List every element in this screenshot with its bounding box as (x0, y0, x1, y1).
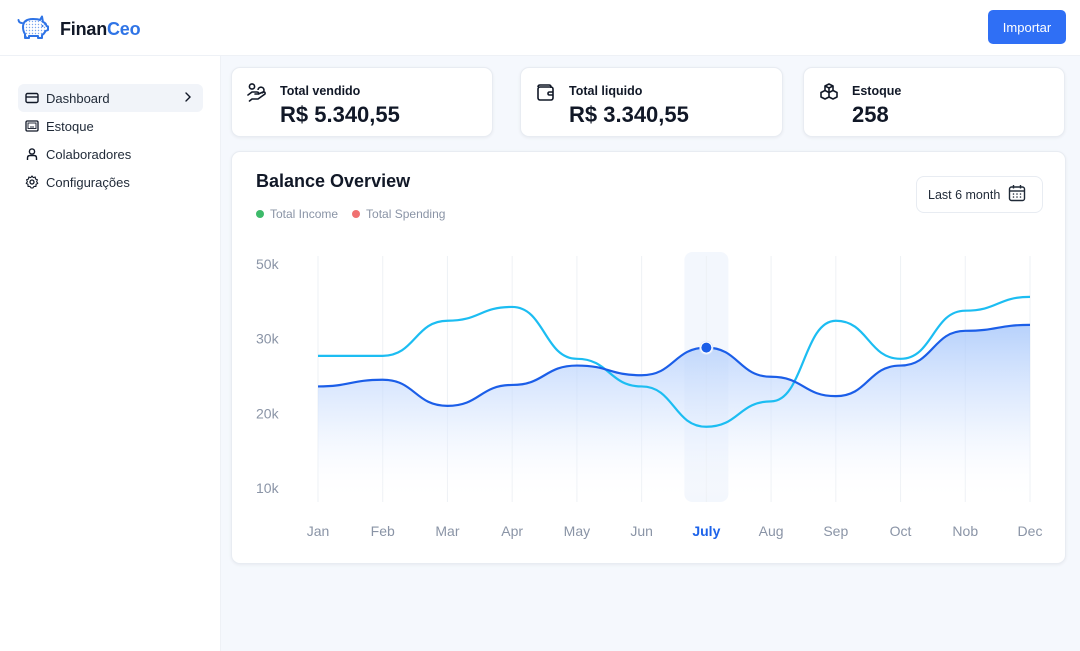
chevron-right-icon (183, 91, 193, 106)
stat-label: Total liquido (569, 84, 643, 98)
x-tick-label: Sep (823, 523, 848, 539)
user-icon (25, 147, 39, 161)
sidebar-item-label: Dashboard (46, 90, 110, 106)
sidebar-item-label: Colaboradores (46, 146, 132, 162)
logo[interactable]: FinanCeo (16, 14, 141, 45)
balance-overview-card: Balance Overview Total Income Total Spen… (231, 151, 1066, 564)
x-tick-label: Dec (1018, 523, 1043, 539)
stat-card-estoque: Estoque 258 (803, 67, 1065, 137)
x-tick-label: Apr (501, 523, 523, 539)
sidebar-item-label: Estoque (46, 118, 94, 134)
wallet-icon (535, 82, 557, 104)
sidebar-item-configuracoes[interactable]: Configurações (18, 168, 203, 196)
stat-label: Estoque (852, 84, 902, 98)
x-tick-label: May (564, 523, 590, 539)
x-tick-label: Jun (630, 523, 653, 539)
y-tick-label: 10k (256, 480, 280, 496)
stat-label: Total vendido (280, 84, 361, 98)
x-tick-label: Oct (890, 523, 912, 539)
stat-value: R$ 5.340,55 (280, 102, 400, 127)
stat-card-total-vendido: Total vendido R$ 5.340,55 (231, 67, 493, 137)
sidebar-item-estoque[interactable]: Estoque (18, 112, 203, 140)
top-bar: FinanCeo Importar (0, 0, 1080, 56)
sidebar-item-label: Configurações (46, 174, 130, 190)
import-button[interactable]: Importar (988, 10, 1066, 44)
x-tick-label: Feb (371, 523, 395, 539)
sidebar-item-colaboradores[interactable]: Colaboradores (18, 140, 203, 168)
x-tick-label: Nob (952, 523, 978, 539)
card-icon (25, 91, 39, 105)
gear-icon (25, 175, 39, 189)
y-tick-label: 50k (256, 256, 280, 272)
stat-card-total-liquido: Total liquido R$ 3.340,55 (520, 67, 783, 137)
balance-chart: 10k 20k 30k 50k Jan Feb Mar Apr May Jun July Aug Sep… (256, 252, 1043, 539)
y-tick-label: 20k (256, 405, 280, 421)
sidebar-nav: Dashboard Estoque Colaboradores Configur… (18, 84, 203, 196)
x-tick-label: Jan (307, 523, 330, 539)
sidebar-item-dashboard[interactable]: Dashboard (18, 84, 203, 112)
inventory-icon (25, 119, 39, 133)
stat-value: R$ 3.340,55 (569, 102, 689, 127)
x-tick-label: Mar (435, 523, 459, 539)
series-a-area (318, 324, 1030, 502)
stat-value: 258 (852, 102, 889, 127)
highlight-point (701, 342, 712, 353)
hand-coins-icon (246, 82, 268, 104)
sidebar: Dashboard Estoque Colaboradores Configur… (0, 56, 221, 651)
y-tick-label: 30k (256, 331, 280, 347)
x-tick-label: July (692, 523, 720, 539)
boxes-icon (818, 82, 840, 104)
x-tick-label: Aug (759, 523, 784, 539)
piggy-bank-icon (16, 14, 50, 45)
brand-name: FinanCeo (60, 19, 141, 39)
